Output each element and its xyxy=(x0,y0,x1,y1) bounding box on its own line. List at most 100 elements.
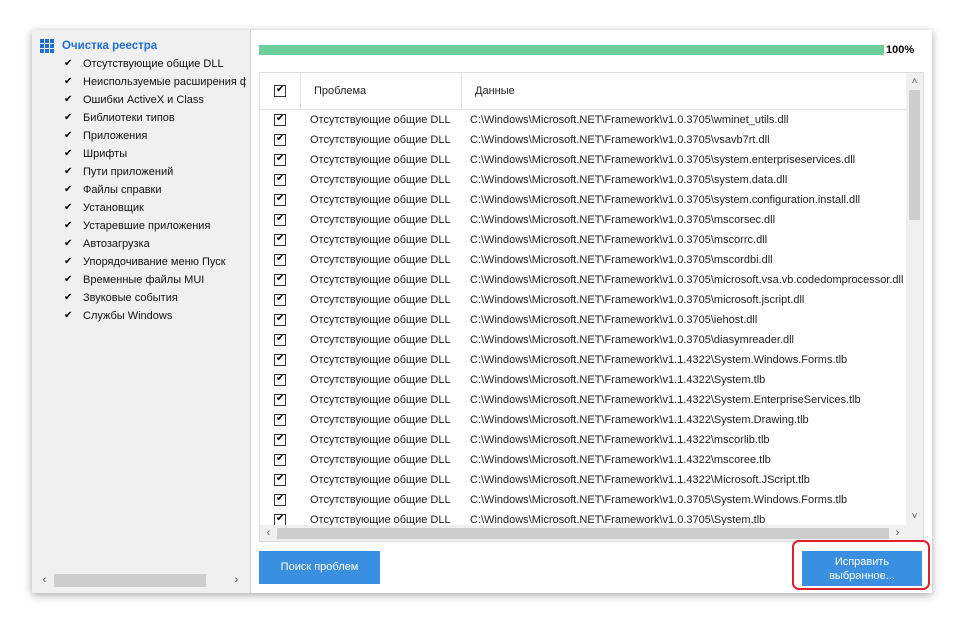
checkmark-icon[interactable]: ✔ xyxy=(64,113,74,123)
row-checkbox[interactable] xyxy=(274,233,286,246)
table-row[interactable]: Отсутствующие общие DLL C:\Windows\Micros… xyxy=(260,230,906,250)
row-checkbox[interactable] xyxy=(274,253,286,266)
table-row[interactable]: Отсутствующие общие DLL C:\Windows\Micros… xyxy=(260,470,906,490)
checkmark-icon[interactable]: ✔ xyxy=(64,311,74,321)
search-problems-button[interactable]: Поиск проблем xyxy=(259,551,380,584)
table-row[interactable]: Отсутствующие общие DLL C:\Windows\Micros… xyxy=(260,190,906,210)
table-row[interactable]: Отсутствующие общие DLL C:\Windows\Micros… xyxy=(260,110,906,130)
sidebar-category-item[interactable]: ✔ Отсутствующие общие DLL xyxy=(64,55,246,73)
row-checkbox[interactable] xyxy=(274,513,286,525)
sidebar-category-item[interactable]: ✔ Упорядочивание меню Пуск xyxy=(64,253,246,271)
row-checkbox[interactable] xyxy=(274,313,286,326)
sidebar-category-item[interactable]: ✔ Шрифты xyxy=(64,145,246,163)
sidebar-category-item[interactable]: ✔ Приложения xyxy=(64,127,246,145)
table-header: Проблема Данные xyxy=(260,73,906,110)
sidebar-category-item[interactable]: ✔ Файлы справки xyxy=(64,181,246,199)
scroll-up-icon[interactable]: ˄ xyxy=(906,73,923,90)
checkmark-icon[interactable]: ✔ xyxy=(64,149,74,159)
sidebar-category-item[interactable]: ✔ Библиотеки типов xyxy=(64,109,246,127)
checkmark-icon[interactable]: ✔ xyxy=(64,275,74,285)
table-row[interactable]: Отсутствующие общие DLL C:\Windows\Micros… xyxy=(260,150,906,170)
row-checkbox[interactable] xyxy=(274,213,286,226)
problem-cell: Отсутствующие общие DLL xyxy=(310,194,451,206)
problem-cell: Отсутствующие общие DLL xyxy=(310,474,451,486)
checkmark-icon[interactable]: ✔ xyxy=(64,167,74,177)
row-checkbox[interactable] xyxy=(274,433,286,446)
checkmark-icon[interactable]: ✔ xyxy=(64,131,74,141)
select-all-checkbox[interactable] xyxy=(274,84,286,97)
row-checkbox[interactable] xyxy=(274,393,286,406)
table-row[interactable]: Отсутствующие общие DLL C:\Windows\Micros… xyxy=(260,450,906,470)
table-row[interactable]: Отсутствующие общие DLL C:\Windows\Micros… xyxy=(260,390,906,410)
sidebar-category-label: Упорядочивание меню Пуск xyxy=(83,256,226,268)
sidebar-category-item[interactable]: ✔ Звуковые события xyxy=(64,289,246,307)
table-row[interactable]: Отсутствующие общие DLL C:\Windows\Micros… xyxy=(260,430,906,450)
table-vertical-scrollbar[interactable]: ˄ ˅ xyxy=(906,73,923,525)
row-checkbox[interactable] xyxy=(274,493,286,506)
sidebar-category-item[interactable]: ✔ Службы Windows xyxy=(64,307,246,325)
scroll-left-icon[interactable]: ‹ xyxy=(260,525,277,541)
checkmark-icon[interactable]: ✔ xyxy=(64,293,74,303)
sidebar-category-item[interactable]: ✔ Автозагрузка xyxy=(64,235,246,253)
sidebar-category-item[interactable]: ✔ Временные файлы MUI xyxy=(64,271,246,289)
scroll-down-icon[interactable]: ˅ xyxy=(906,508,923,525)
row-checkbox[interactable] xyxy=(274,353,286,366)
vertical-scroll-thumb[interactable] xyxy=(909,90,920,220)
row-checkbox[interactable] xyxy=(274,273,286,286)
checkmark-icon[interactable]: ✔ xyxy=(64,221,74,231)
sidebar-header[interactable]: Очистка реестра xyxy=(40,38,157,54)
table-row[interactable]: Отсутствующие общие DLL C:\Windows\Micros… xyxy=(260,250,906,270)
row-checkbox[interactable] xyxy=(274,373,286,386)
table-body: Отсутствующие общие DLL C:\Windows\Micros… xyxy=(260,110,906,525)
table-row[interactable]: Отсутствующие общие DLL C:\Windows\Micros… xyxy=(260,130,906,150)
table-row[interactable]: Отсутствующие общие DLL C:\Windows\Micros… xyxy=(260,350,906,370)
checkmark-icon[interactable]: ✔ xyxy=(64,59,74,69)
column-header-data[interactable]: Данные xyxy=(475,73,515,110)
data-cell: C:\Windows\Microsoft.NET\Framework\v1.1.… xyxy=(470,414,809,426)
horizontal-scroll-thumb[interactable] xyxy=(277,528,889,539)
data-cell: C:\Windows\Microsoft.NET\Framework\v1.0.… xyxy=(470,234,768,246)
sidebar-category-item[interactable]: ✔ Пути приложений xyxy=(64,163,246,181)
column-header-problem[interactable]: Проблема xyxy=(314,73,366,110)
checkmark-icon[interactable]: ✔ xyxy=(64,257,74,267)
table-row[interactable]: Отсутствующие общие DLL C:\Windows\Micros… xyxy=(260,170,906,190)
sidebar-category-item[interactable]: ✔ Устаревшие приложения xyxy=(64,217,246,235)
row-checkbox[interactable] xyxy=(274,473,286,486)
sidebar-scroll-thumb[interactable] xyxy=(54,574,206,587)
sidebar-category-item[interactable]: ✔ Установщик xyxy=(64,199,246,217)
checkmark-icon[interactable]: ✔ xyxy=(64,77,74,87)
row-checkbox[interactable] xyxy=(274,453,286,466)
sidebar: Очистка реестра ✔ Отсутствующие общие DLL… xyxy=(32,30,250,593)
scroll-left-icon[interactable]: ‹ xyxy=(36,572,53,589)
fix-selected-button[interactable]: Исправить выбранное... xyxy=(802,551,922,586)
table-row[interactable]: Отсутствующие общие DLL C:\Windows\Micros… xyxy=(260,310,906,330)
table-row[interactable]: Отсутствующие общие DLL C:\Windows\Micros… xyxy=(260,290,906,310)
row-checkbox[interactable] xyxy=(274,133,286,146)
row-checkbox[interactable] xyxy=(274,113,286,126)
table-row[interactable]: Отсутствующие общие DLL C:\Windows\Micros… xyxy=(260,330,906,350)
checkmark-icon[interactable]: ✔ xyxy=(64,185,74,195)
table-row[interactable]: Отсутствующие общие DLL C:\Windows\Micros… xyxy=(260,490,906,510)
sidebar-category-item[interactable]: ✔ Ошибки ActiveX и Class xyxy=(64,91,246,109)
scroll-right-icon[interactable]: › xyxy=(228,572,245,589)
row-checkbox[interactable] xyxy=(274,293,286,306)
checkmark-icon[interactable]: ✔ xyxy=(64,203,74,213)
row-checkbox[interactable] xyxy=(274,153,286,166)
sidebar-horizontal-scrollbar[interactable]: ‹ › xyxy=(32,572,250,589)
table-row[interactable]: Отсутствующие общие DLL C:\Windows\Micros… xyxy=(260,410,906,430)
checkmark-icon[interactable]: ✔ xyxy=(64,239,74,249)
data-cell: C:\Windows\Microsoft.NET\Framework\v1.0.… xyxy=(470,174,788,186)
row-checkbox[interactable] xyxy=(274,173,286,186)
sidebar-category-label: Установщик xyxy=(83,202,144,214)
sidebar-category-label: Шрифты xyxy=(83,148,128,160)
row-checkbox[interactable] xyxy=(274,193,286,206)
problem-cell: Отсутствующие общие DLL xyxy=(310,414,451,426)
table-row[interactable]: Отсутствующие общие DLL C:\Windows\Micros… xyxy=(260,510,906,525)
sidebar-category-item[interactable]: ✔ Неиспользуемые расширения фа xyxy=(64,73,246,91)
row-checkbox[interactable] xyxy=(274,333,286,346)
table-row[interactable]: Отсутствующие общие DLL C:\Windows\Micros… xyxy=(260,270,906,290)
checkmark-icon[interactable]: ✔ xyxy=(64,95,74,105)
table-row[interactable]: Отсутствующие общие DLL C:\Windows\Micros… xyxy=(260,370,906,390)
table-row[interactable]: Отсутствующие общие DLL C:\Windows\Micros… xyxy=(260,210,906,230)
row-checkbox[interactable] xyxy=(274,413,286,426)
